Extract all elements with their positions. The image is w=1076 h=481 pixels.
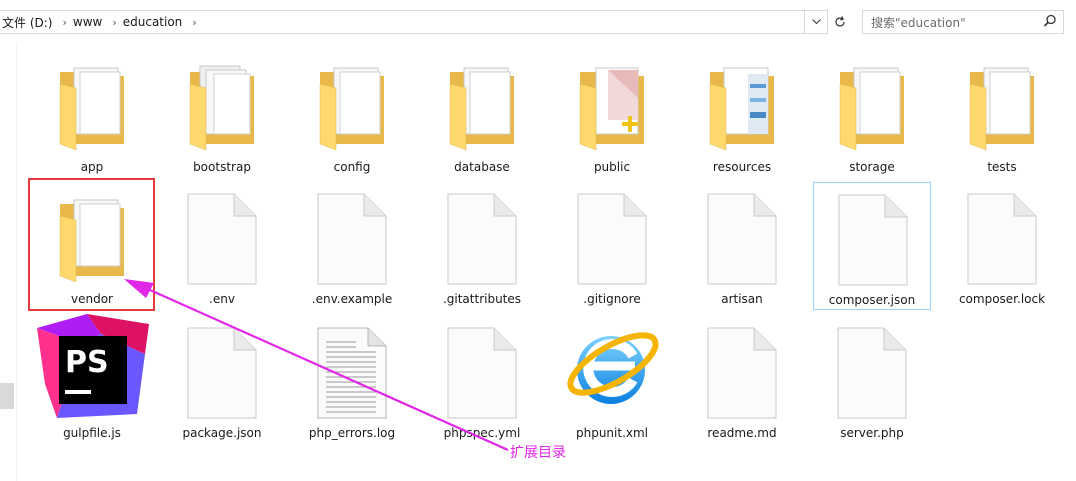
annotation-arrow (124, 279, 509, 452)
annotation-label: 扩展目录 (510, 445, 566, 461)
